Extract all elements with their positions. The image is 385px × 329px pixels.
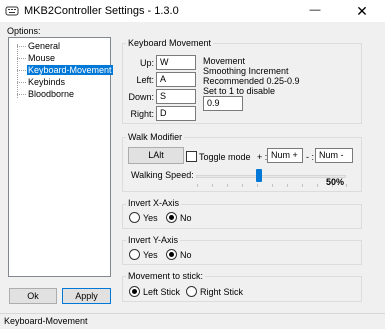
tree-item-mouse[interactable]: Mouse (17, 53, 56, 64)
slider-tick (272, 184, 273, 187)
down-key-field[interactable]: S (156, 89, 196, 104)
walking-speed-value: 50% (326, 177, 345, 187)
speed-decrease-key-field[interactable]: Num - (315, 148, 353, 163)
invert-y-no-label: No (180, 250, 192, 260)
keyboard-movement-title: Keyboard Movement (126, 38, 214, 48)
smoothing-info-line3: Recommended 0.25-0.9 (203, 76, 300, 86)
invert-y-no-radio[interactable] (166, 249, 177, 260)
tree-item-bloodborne[interactable]: Bloodborne (17, 89, 75, 100)
options-tree[interactable]: General Mouse Keyboard-Movement Keybinds… (8, 37, 113, 277)
slider-tick (317, 184, 318, 187)
invert-x-title: Invert X-Axis (126, 198, 182, 208)
left-stick-label: Left Stick (143, 287, 181, 297)
slider-tick (197, 184, 198, 187)
right-stick-label: Right Stick (200, 287, 244, 297)
close-button[interactable]: ✕ (344, 0, 380, 22)
app-icon (5, 4, 19, 18)
invert-y-title: Invert Y-Axis (126, 235, 181, 245)
walk-modifier-title: Walk Modifier (126, 132, 185, 142)
right-label: Right: (130, 109, 154, 119)
smoothing-info-line4: Set to 1 to disable (203, 86, 276, 96)
toggle-mode-label: Toggle mode (199, 152, 251, 162)
up-key-field[interactable]: W (156, 55, 196, 70)
walking-speed-label: Walking Speed: (131, 170, 194, 180)
toggle-mode-checkbox[interactable] (186, 151, 197, 162)
speed-increase-key-field[interactable]: Num + (267, 148, 303, 163)
ok-button[interactable]: Ok (9, 288, 57, 304)
smoothing-info-line2: Smoothing Increment (203, 66, 289, 76)
slider-tick (257, 184, 258, 187)
invert-x-yes-radio[interactable] (129, 212, 140, 223)
slider-tick (346, 184, 347, 187)
down-label: Down: (128, 92, 154, 102)
invert-x-no-label: No (180, 213, 192, 223)
left-stick-radio[interactable] (129, 286, 140, 297)
right-key-field[interactable]: D (156, 106, 196, 121)
speed-decrease-label: - : (306, 152, 314, 162)
tree-item-keybinds[interactable]: Keybinds (17, 77, 66, 88)
invert-y-yes-radio[interactable] (129, 249, 140, 260)
speed-increase-label: + : (257, 152, 268, 162)
up-label: Up: (139, 58, 154, 68)
movement-stick-title: Movement to stick: (126, 271, 206, 281)
slider-tick (287, 184, 288, 187)
status-text: Keyboard-Movement (4, 316, 88, 326)
slider-tick (227, 184, 228, 187)
walking-speed-slider-thumb[interactable] (256, 169, 262, 182)
smoothing-increment-field[interactable]: 0.9 (203, 96, 243, 111)
tree-item-general[interactable]: General (17, 41, 61, 52)
apply-button[interactable]: Apply (62, 288, 111, 304)
slider-tick (212, 184, 213, 187)
minimize-button[interactable]: — (301, 0, 329, 22)
walking-speed-slider-track[interactable] (196, 175, 346, 178)
window-title: MKB2Controller Settings - 1.3.0 (24, 5, 179, 17)
invert-x-yes-label: Yes (143, 213, 158, 223)
slider-tick (302, 184, 303, 187)
left-key-field[interactable]: A (156, 72, 196, 87)
slider-tick (242, 184, 243, 187)
right-stick-radio[interactable] (186, 286, 197, 297)
smoothing-info-line1: Movement (203, 56, 246, 66)
invert-y-yes-label: Yes (143, 250, 158, 260)
options-label: Options: (7, 26, 41, 36)
walk-key-button[interactable]: LAlt (128, 147, 184, 164)
left-label: Left: (136, 75, 154, 85)
tree-item-keyboard-movement[interactable]: Keyboard-Movement (17, 65, 113, 76)
invert-x-no-radio[interactable] (166, 212, 177, 223)
